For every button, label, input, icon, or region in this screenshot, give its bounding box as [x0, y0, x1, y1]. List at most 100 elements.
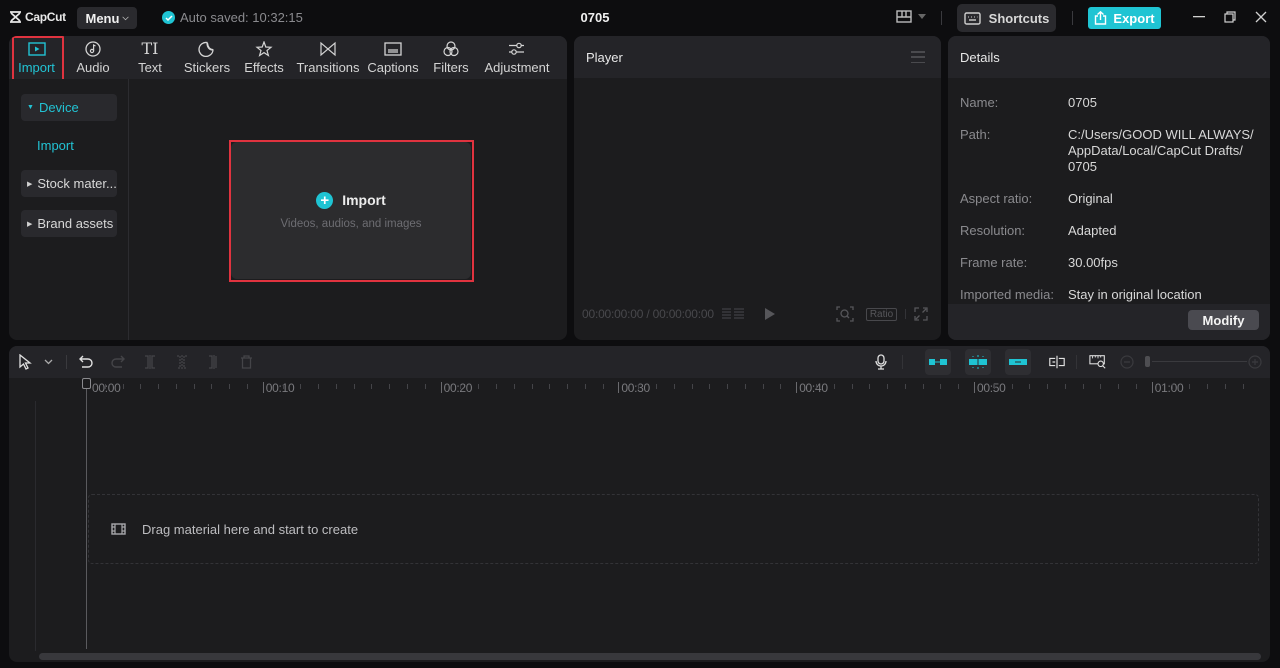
caption-icon	[384, 42, 402, 56]
details-panel: Details Name: 0705 Path: C:/Users/GOOD W…	[948, 36, 1270, 340]
undo-button[interactable]	[77, 353, 95, 371]
ruler-label: 00:10	[265, 381, 295, 395]
side-item-device-import[interactable]: Import	[37, 138, 74, 153]
fullscreen-icon[interactable]	[914, 307, 928, 321]
select-tool-dropdown[interactable]	[39, 353, 57, 371]
tab-label: Audio	[76, 60, 110, 75]
tab-stickers[interactable]: Stickers	[178, 36, 236, 79]
tab-label: Text	[138, 60, 162, 75]
ruler-minor-tick	[353, 384, 355, 389]
title-bar: CapCut Menu ⌵ Auto saved: 10:32:15 0705 …	[0, 0, 1280, 36]
zoom-fit-icon[interactable]	[836, 306, 854, 322]
minimize-button[interactable]	[1191, 9, 1207, 25]
side-item-device[interactable]: ▼ Device	[21, 94, 117, 121]
trash-icon	[240, 355, 252, 369]
split-right-button[interactable]	[205, 353, 223, 371]
ruler-major-tick	[1151, 382, 1153, 393]
preview-axis-button[interactable]	[1048, 353, 1066, 371]
ruler-label: 01:00	[1154, 381, 1184, 395]
zoom-out-button[interactable]	[1118, 353, 1136, 371]
details-title: Details	[960, 49, 1000, 65]
split-button[interactable]	[141, 353, 159, 371]
zoom-to-fit-button[interactable]	[1089, 353, 1107, 371]
ruler-minor-tick	[495, 384, 497, 389]
timeline-horizontal-scrollbar[interactable]	[39, 653, 1261, 660]
tab-transitions[interactable]: Transitions	[292, 36, 364, 79]
playhead-handle[interactable]	[82, 378, 91, 389]
restore-button[interactable]	[1222, 9, 1238, 25]
timeline-toolbar	[9, 346, 1270, 378]
ruler-minor-tick	[193, 384, 195, 389]
detail-value: 0705	[1068, 95, 1097, 110]
shortcuts-button[interactable]: Shortcuts	[957, 4, 1056, 32]
import-title: Import	[342, 192, 386, 208]
ruler-label: 00:30	[621, 381, 650, 395]
timeline-drop-zone[interactable]: Drag material here and start to create	[88, 494, 1259, 564]
side-item-stock-material[interactable]: ▶ Stock mater...	[21, 170, 117, 197]
split-right-icon	[209, 355, 217, 369]
details-footer: Modify	[948, 304, 1270, 340]
modify-button[interactable]: Modify	[1188, 310, 1259, 330]
caret-right-icon: ▶	[27, 220, 33, 228]
zoom-slider-handle[interactable]	[1145, 356, 1150, 367]
total-time: 00:00:00:00	[652, 307, 714, 321]
tab-audio[interactable]: Audio	[64, 36, 122, 79]
layout-button[interactable]	[896, 10, 926, 23]
ruler-minor-tick	[1136, 384, 1138, 389]
ruler-minor-tick	[1189, 384, 1191, 389]
detail-row-path: Path: C:/Users/GOOD WILL ALWAYS/ AppData…	[960, 127, 1258, 175]
redo-button[interactable]	[109, 353, 127, 371]
ruler-minor-tick	[869, 384, 871, 389]
divider	[1076, 355, 1077, 369]
auto-snap-button[interactable]	[965, 349, 991, 375]
split-left-button[interactable]	[173, 353, 191, 371]
zoom-in-button[interactable]	[1246, 353, 1264, 371]
linkage-button[interactable]	[1005, 349, 1031, 375]
timeline-zoom-fit-icon	[1089, 355, 1106, 369]
tab-label: Effects	[244, 60, 284, 75]
track-header-divider	[35, 401, 36, 651]
import-drop-area[interactable]: + Import Videos, audios, and images	[231, 142, 471, 279]
redo-icon	[111, 355, 125, 368]
ruler-minor-tick	[478, 384, 480, 389]
divider	[905, 309, 907, 319]
close-button[interactable]	[1253, 9, 1269, 25]
layout-icon	[896, 10, 912, 23]
ruler-minor-tick	[335, 384, 337, 389]
tab-import[interactable]: Import	[9, 36, 64, 79]
minimize-icon	[1193, 16, 1205, 18]
tab-adjustment[interactable]: Adjustment	[480, 36, 554, 79]
ruler-minor-tick	[1082, 384, 1084, 389]
ratio-button[interactable]: Ratio	[865, 307, 898, 321]
ruler-minor-tick	[1029, 384, 1031, 389]
ruler-minor-tick	[815, 384, 817, 389]
export-button[interactable]: Export	[1088, 7, 1161, 29]
playhead-line[interactable]	[86, 379, 87, 649]
ruler-minor-tick	[958, 384, 960, 389]
delete-button[interactable]	[237, 353, 255, 371]
play-icon[interactable]	[764, 307, 776, 321]
import-button[interactable]: + Import	[316, 191, 386, 209]
detail-label: Resolution:	[960, 223, 1026, 238]
select-tool-button[interactable]	[17, 353, 35, 371]
tab-text[interactable]: TI Text	[122, 36, 178, 79]
main-track-magnet-button[interactable]	[925, 349, 951, 375]
tab-filters[interactable]: Filters	[422, 36, 480, 79]
bowtie-transition-icon	[320, 41, 336, 57]
detail-row-aspect-ratio: Aspect ratio: Original	[960, 191, 1258, 207]
ruler-minor-tick	[175, 384, 177, 389]
microphone-icon	[875, 354, 887, 370]
detail-label: Name:	[960, 95, 999, 110]
tab-captions[interactable]: Captions	[364, 36, 422, 79]
timeline-zoom-slider[interactable]	[1152, 361, 1247, 362]
drop-zone-text: Drag material here and start to create	[142, 521, 359, 537]
side-item-brand-assets[interactable]: ▶ Brand assets	[21, 210, 117, 237]
ruler-minor-tick	[158, 384, 160, 389]
menu-hamburger-icon[interactable]	[911, 51, 925, 63]
detail-value: Stay in original location	[1068, 287, 1202, 302]
grid-list-icon[interactable]	[721, 307, 744, 321]
tab-effects[interactable]: Effects	[236, 36, 292, 79]
timeline-ruler[interactable]: 00:00 00:10 00:20 00:30 00:40 00:50 01:00	[9, 378, 1270, 400]
ruler-minor-tick	[531, 384, 533, 389]
record-voice-button[interactable]	[872, 353, 890, 371]
